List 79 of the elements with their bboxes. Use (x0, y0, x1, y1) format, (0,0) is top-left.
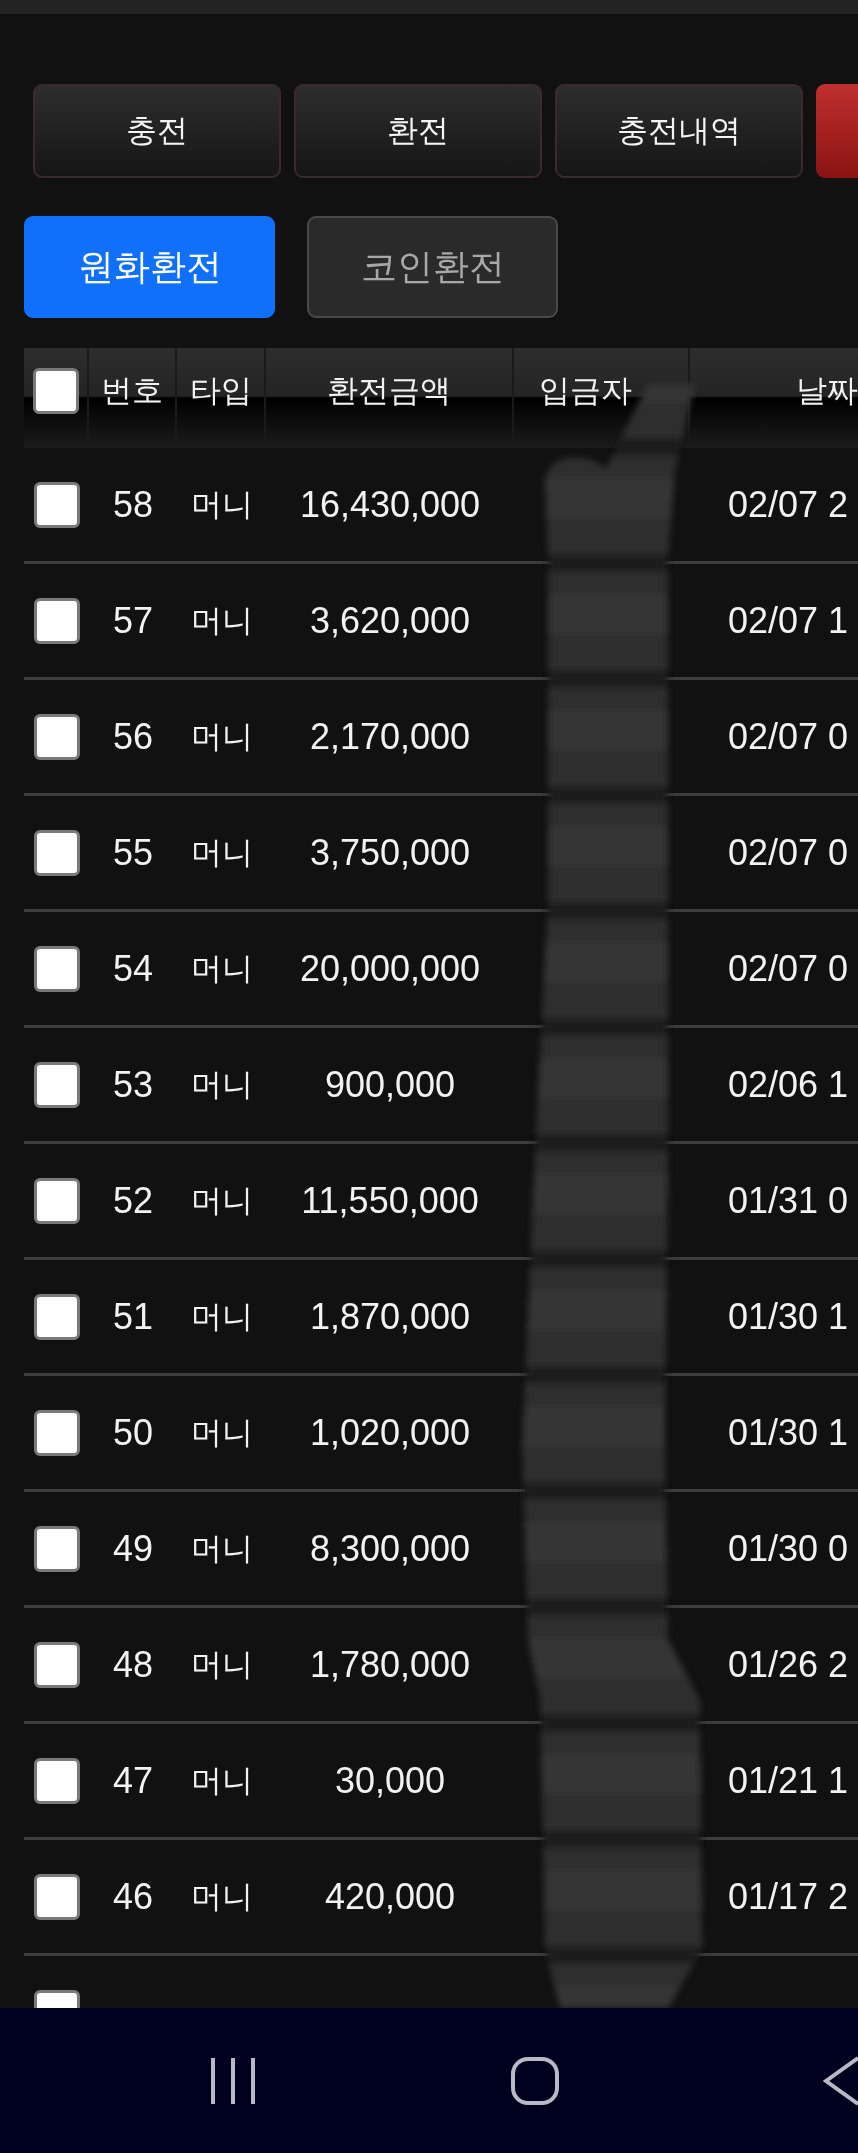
column-header: 환전금액 (327, 372, 451, 410)
type-cell-text: 머니 (190, 601, 253, 640)
row-checkbox[interactable] (33, 597, 80, 644)
type-cell-text: 머니 (190, 1065, 253, 1104)
amount-cell: 900,000 (324, 1063, 456, 1106)
number-cell: 46 (112, 1875, 153, 1918)
type-cell-text: 머니 (190, 949, 253, 988)
back-icon[interactable] (823, 2056, 858, 2106)
row-checkbox[interactable] (33, 1061, 80, 1108)
amount-cell: 3,750,000 (309, 831, 471, 874)
number-cell: 56 (112, 715, 153, 758)
number-cell: 58 (112, 483, 153, 526)
number-cell: 57 (112, 599, 153, 642)
type-cell-text: 머니 (190, 1761, 253, 1800)
row-checkbox[interactable] (33, 481, 80, 528)
amount-cell: 2,170,000 (309, 715, 471, 758)
column-header: 날짜 (796, 372, 858, 410)
type-cell-text: 머니 (190, 1297, 253, 1336)
type-cell-text: 머니 (190, 1645, 253, 1684)
date-cell: 02/07 0 (728, 831, 849, 874)
select-all-checkbox[interactable] (32, 368, 79, 414)
date-cell: 01/31 0 (728, 1179, 849, 1222)
amount-cell: 20,000,000 (299, 947, 481, 990)
row-checkbox[interactable] (33, 1293, 80, 1340)
date-cell: 02/07 1 (728, 599, 849, 642)
row-checkbox[interactable] (33, 1873, 80, 1920)
number-cell: 48 (112, 1643, 153, 1686)
number-cell: 52 (112, 1179, 153, 1222)
charge-history-button[interactable]: 충전내역 (555, 84, 803, 178)
date-cell: 01/21 1 (728, 1759, 849, 1802)
amount-cell: 420,000 (324, 1875, 456, 1918)
row-checkbox[interactable] (33, 1409, 80, 1456)
date-cell: 02/07 0 (728, 947, 849, 990)
amount-cell: 30,000 (334, 1759, 446, 1802)
type-cell-text: 머니 (190, 1413, 253, 1452)
type-cell-text: 머니 (190, 833, 253, 872)
row-checkbox[interactable] (33, 713, 80, 760)
date-cell: 01/30 0 (728, 1527, 849, 1570)
charge-button[interactable]: 충전 (33, 84, 281, 178)
date-cell: 01/17 2 (728, 1875, 849, 1918)
type-cell-text: 머니 (190, 485, 253, 524)
row-checkbox[interactable] (33, 1525, 80, 1572)
exchange-button[interactable]: 환전 (294, 84, 542, 178)
column-header: 타입 (189, 372, 252, 410)
type-cell-text: 머니 (190, 1529, 253, 1568)
date-cell: 02/07 0 (728, 715, 849, 758)
coin-exchange-tab[interactable]: 코인환전 (307, 216, 558, 318)
date-cell: 02/06 1 (728, 1063, 849, 1106)
number-cell: 55 (112, 831, 153, 874)
row-checkbox[interactable] (33, 829, 80, 876)
amount-cell: 1,020,000 (309, 1411, 471, 1454)
column-header: 입금자 (539, 372, 632, 410)
type-cell-text: 머니 (190, 1877, 253, 1916)
row-checkbox[interactable] (33, 945, 80, 992)
row-checkbox[interactable] (33, 1177, 80, 1224)
date-cell: 01/30 1 (728, 1411, 849, 1454)
won-exchange-tab[interactable]: 원화환전 (24, 216, 275, 318)
amount-cell: 8,300,000 (309, 1527, 471, 1570)
amount-cell: 1,870,000 (309, 1295, 471, 1338)
amount-cell: 16,430,000 (299, 483, 481, 526)
type-cell-text: 머니 (190, 1181, 253, 1220)
number-cell: 49 (112, 1527, 153, 1570)
row-checkbox[interactable] (33, 1641, 80, 1688)
row-checkbox[interactable] (33, 1757, 80, 1804)
date-cell: 02/07 2 (728, 483, 849, 526)
home-icon[interactable] (511, 2057, 559, 2105)
date-cell: 01/30 1 (728, 1295, 849, 1338)
column-header: 번호 (101, 372, 163, 410)
number-cell: 50 (112, 1411, 153, 1454)
amount-cell: 11,550,000 (301, 1179, 479, 1222)
type-cell-text: 머니 (190, 717, 253, 756)
number-cell: 53 (112, 1063, 153, 1106)
amount-cell: 1,780,000 (309, 1643, 471, 1686)
number-cell: 47 (112, 1759, 153, 1802)
number-cell: 54 (112, 947, 153, 990)
date-cell: 01/26 2 (728, 1643, 849, 1686)
number-cell: 51 (112, 1295, 153, 1338)
recent-apps-icon[interactable] (211, 2058, 255, 2104)
amount-cell: 3,620,000 (309, 599, 471, 642)
